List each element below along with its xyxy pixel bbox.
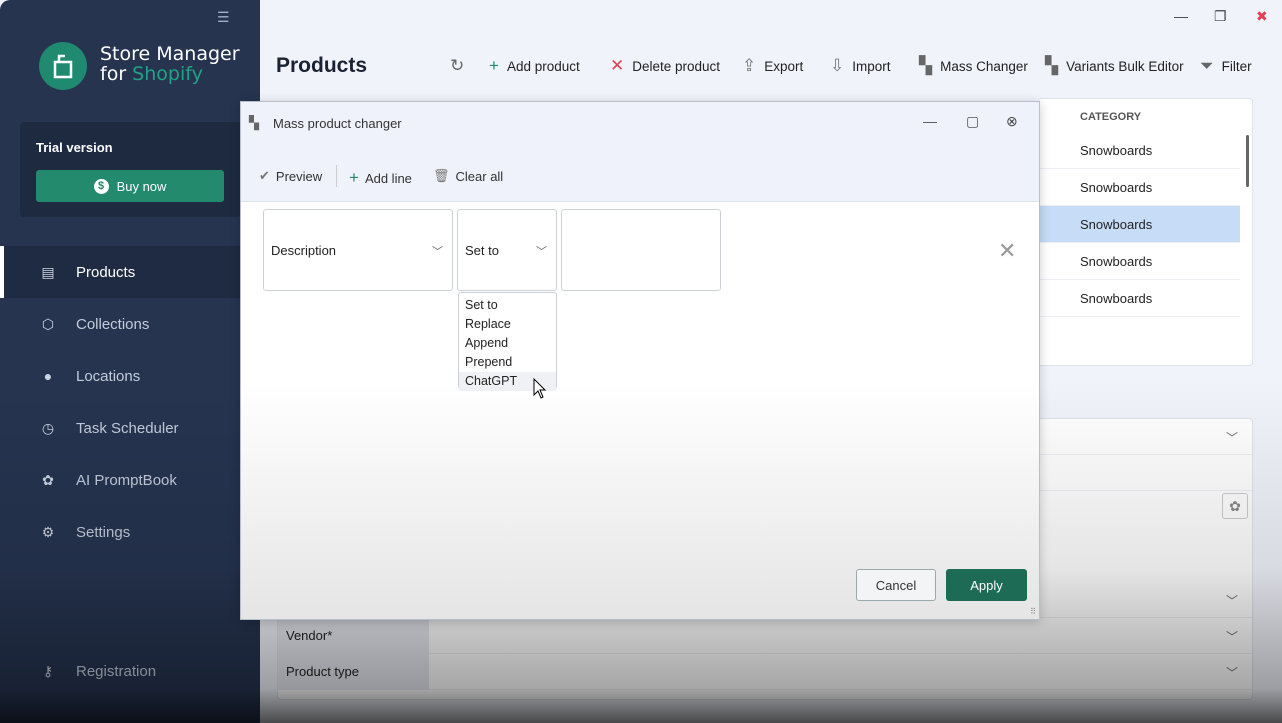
- chatgpt-button[interactable]: ✿: [1222, 493, 1248, 519]
- operation-dropdown: Set to Replace Append Prepend ChatGPT: [458, 292, 557, 391]
- header: — ❐ ✖ Products ↻ + Add product ✕ Delete pr…: [260, 0, 1282, 100]
- chevron-down-icon[interactable]: ﹀: [1226, 628, 1238, 645]
- close-icon[interactable]: ⊗: [1006, 113, 1018, 130]
- chevron-down-icon: ﹀: [536, 246, 547, 258]
- maximize-icon[interactable]: ▢: [966, 113, 979, 130]
- app-logo: [39, 42, 87, 90]
- variants-bulk-editor-button[interactable]: ▚ Variants Bulk Editor: [1045, 56, 1184, 76]
- field-select[interactable]: Description ﹀: [263, 209, 453, 291]
- chevron-down-icon[interactable]: ﹀: [1226, 592, 1238, 609]
- restore-window-icon[interactable]: ❐: [1214, 8, 1227, 25]
- import-button[interactable]: ⇩ Import: [830, 56, 891, 76]
- app-name: Store Manager for Shopify: [100, 43, 240, 85]
- sidebar-item-collections[interactable]: ⬡ Collections: [0, 298, 260, 350]
- sidebar-item-ai-promptbook[interactable]: ✿ AI PromptBook: [0, 454, 260, 506]
- pin-icon: ●: [43, 368, 53, 384]
- menu-toggle-icon[interactable]: ☰: [217, 9, 230, 26]
- refresh-icon: ↻: [450, 56, 465, 75]
- sidebar-item-products[interactable]: ▤ Products: [0, 246, 260, 298]
- chevron-down-icon: ﹀: [432, 246, 443, 258]
- x-icon: ✕: [610, 56, 625, 75]
- sidebar-item-settings[interactable]: ⚙ Settings: [0, 506, 260, 558]
- sidebar-item-locations[interactable]: ● Locations: [0, 350, 260, 402]
- trash-icon: 🗑: [433, 168, 450, 183]
- gear-icon: ⚙: [41, 523, 55, 540]
- resize-grip-icon[interactable]: ⠿: [1030, 607, 1036, 616]
- minimize-icon[interactable]: —: [923, 113, 937, 129]
- product-type-row[interactable]: Product type ﹀: [278, 654, 1252, 690]
- refresh-button[interactable]: ↻: [450, 56, 464, 76]
- filter-button[interactable]: ⏷ Filter: [1200, 56, 1252, 76]
- table-row[interactable]: Snowboards: [1040, 243, 1240, 280]
- table-row[interactable]: Snowboards: [1040, 206, 1240, 243]
- page-title: Products: [276, 54, 368, 77]
- apply-button[interactable]: Apply: [946, 569, 1027, 601]
- shapes-icon: ▚: [249, 115, 259, 130]
- clock-icon: ◷: [41, 419, 55, 436]
- document-icon: ▤: [41, 263, 55, 280]
- add-line-button[interactable]: + Add line: [349, 168, 412, 188]
- clear-all-button[interactable]: 🗑 Clear all: [433, 168, 503, 184]
- sidebar-item-task-scheduler[interactable]: ◷ Task Scheduler: [0, 402, 260, 454]
- vendor-row[interactable]: Vendor* ﹀: [278, 618, 1252, 654]
- option-prepend[interactable]: Prepend: [459, 353, 556, 372]
- sidebar-item-registration[interactable]: ⚷ Registration: [0, 645, 260, 697]
- shapes-icon: ▚: [919, 56, 933, 75]
- dollar-icon: $: [93, 178, 109, 194]
- option-set-to[interactable]: Set to: [459, 296, 556, 315]
- products-table: CATEGORY Snowboards Snowboards Snowboard…: [1040, 98, 1253, 366]
- dialog-header: ▚ Mass product changer — ▢ ⊗ ✔ Preview + A…: [241, 102, 1039, 202]
- add-product-button[interactable]: + Add product: [489, 56, 580, 76]
- import-icon: ⇩: [830, 56, 845, 75]
- option-replace[interactable]: Replace: [459, 315, 556, 334]
- option-append[interactable]: Append: [459, 334, 556, 353]
- cancel-button[interactable]: Cancel: [856, 569, 936, 601]
- table-row[interactable]: Snowboards: [1040, 280, 1240, 317]
- remove-line-icon[interactable]: ✕: [998, 238, 1016, 264]
- chevron-down-icon[interactable]: ﹀: [1226, 664, 1238, 681]
- operation-select[interactable]: Set to ﹀: [457, 209, 557, 291]
- divider: [336, 165, 337, 187]
- chevron-down-icon[interactable]: ﹀: [1226, 429, 1238, 446]
- export-icon: ⇪: [742, 56, 757, 75]
- shapes-icon: ▚: [1045, 56, 1059, 75]
- preview-icon: ✔: [259, 168, 270, 183]
- key-icon: ⚷: [42, 662, 54, 679]
- value-input[interactable]: [561, 209, 721, 291]
- cube-icon: ⬡: [41, 315, 55, 332]
- table-row[interactable]: Snowboards: [1040, 169, 1240, 206]
- trial-label: Trial version: [36, 140, 113, 155]
- mouse-cursor-icon: [533, 378, 547, 399]
- mass-changer-button[interactable]: ▚ Mass Changer: [919, 56, 1028, 76]
- plus-icon: +: [349, 168, 359, 187]
- scrollbar[interactable]: [1246, 135, 1249, 187]
- trial-box: Trial version $ Buy now: [20, 122, 241, 217]
- sidebar: ☰ Store Manager for Shopify Trial versio…: [0, 0, 260, 723]
- dialog-title: Mass product changer: [273, 116, 402, 131]
- plus-icon: +: [489, 56, 499, 75]
- filter-icon: ⏷: [1200, 56, 1214, 75]
- column-header-category[interactable]: CATEGORY: [1080, 111, 1141, 123]
- minimize-window-icon[interactable]: —: [1174, 8, 1188, 24]
- delete-product-button[interactable]: ✕ Delete product: [610, 56, 720, 76]
- buy-now-button[interactable]: $ Buy now: [36, 170, 224, 202]
- close-window-icon[interactable]: ✖: [1256, 8, 1268, 25]
- mass-product-changer-dialog: ▚ Mass product changer — ▢ ⊗ ✔ Preview + A…: [240, 101, 1040, 620]
- export-button[interactable]: ⇪ Export: [742, 56, 803, 76]
- preview-button[interactable]: ✔ Preview: [259, 168, 322, 184]
- table-row[interactable]: Snowboards: [1040, 132, 1240, 169]
- openai-icon: ✿: [42, 471, 54, 488]
